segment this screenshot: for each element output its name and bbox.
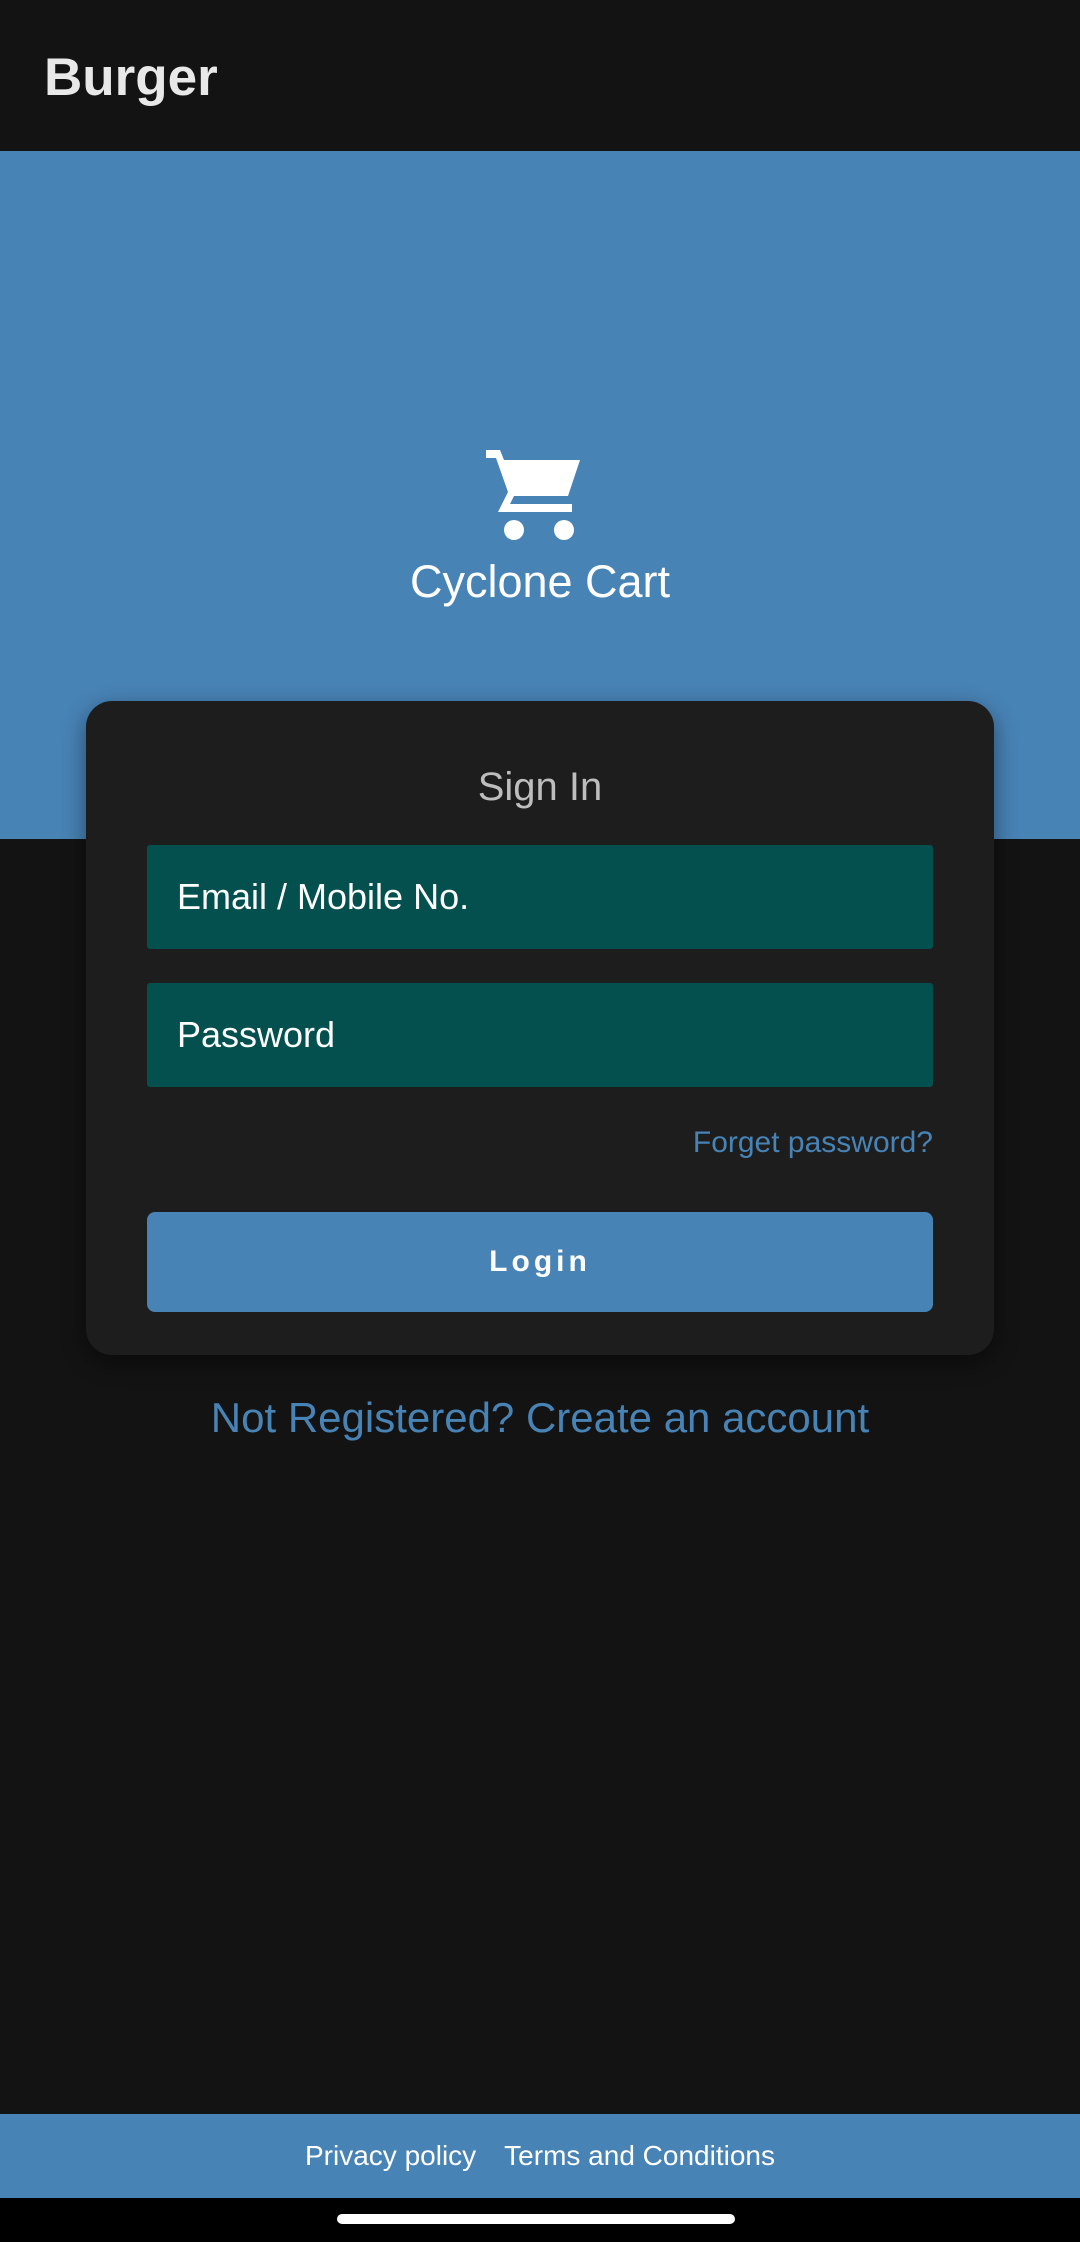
sign-in-title: Sign In [477,765,603,809]
footer: Privacy policy Terms and Conditions [0,2114,1080,2198]
email-field[interactable] [147,845,933,949]
terms-link[interactable]: Terms and Conditions [504,2140,775,2172]
password-field[interactable] [147,983,933,1087]
app-bar: Burger [0,0,1080,151]
sign-in-card: Sign In Forget password? Login [86,701,994,1355]
create-account-link[interactable]: Not Registered? Create an account [0,1390,1080,1446]
forgot-password-link[interactable]: Forget password? [693,1123,933,1163]
shopping-cart-icon [486,450,580,540]
brand-name: Cyclone Cart [409,556,671,607]
system-nav-bar [0,2198,1080,2242]
login-button[interactable]: Login [147,1212,933,1312]
home-indicator[interactable] [337,2214,735,2224]
privacy-policy-link[interactable]: Privacy policy [305,2140,476,2172]
email-input[interactable] [175,875,933,919]
password-input[interactable] [175,1013,933,1057]
app-title: Burger [44,48,218,107]
